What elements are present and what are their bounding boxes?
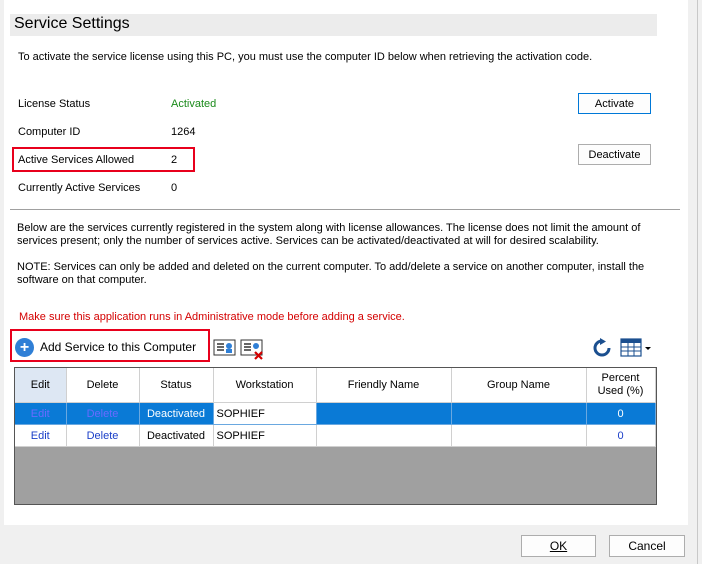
info-paragraph: Below are the services currently registe… xyxy=(17,222,641,247)
edit-link[interactable]: Edit xyxy=(15,402,67,425)
group-name-cell[interactable] xyxy=(451,424,587,447)
friendly-name-cell[interactable] xyxy=(316,424,452,447)
workstation-cell[interactable]: SOPHIEF xyxy=(213,402,317,425)
currently-active-label: Currently Active Services xyxy=(18,182,141,194)
ok-label: OK xyxy=(549,539,568,553)
edit-link[interactable]: Edit xyxy=(15,424,67,447)
divider xyxy=(10,209,680,210)
friendly-name-cell[interactable] xyxy=(316,402,452,425)
status-cell: Deactivated xyxy=(139,424,214,447)
refresh-icon[interactable] xyxy=(592,338,612,360)
column-header-edit[interactable]: Edit xyxy=(15,368,67,403)
cancel-button[interactable]: Cancel xyxy=(609,535,685,557)
active-services-allowed-value: 2 xyxy=(171,154,178,166)
group-name-cell[interactable] xyxy=(451,402,587,425)
service-details-icon[interactable] xyxy=(213,337,237,359)
window-border xyxy=(697,0,698,564)
title-bar: Service Settings xyxy=(10,14,657,36)
computer-id-value: 1264 xyxy=(171,126,196,138)
intro-text: To activate the service license using th… xyxy=(18,51,593,63)
column-header-status[interactable]: Status xyxy=(139,368,214,403)
delete-link[interactable]: Delete xyxy=(66,402,140,425)
column-header-delete[interactable]: Delete xyxy=(66,368,140,403)
column-header-percent-used[interactable]: Percent Used (%) xyxy=(586,368,656,403)
percent-used-cell: 0 xyxy=(586,424,656,447)
delete-link[interactable]: Delete xyxy=(66,424,140,447)
percent-used-cell: 0 xyxy=(586,402,656,425)
column-header-group-name[interactable]: Group Name xyxy=(451,368,587,403)
license-status-label: License Status xyxy=(18,98,91,110)
grid-header-row: Edit Delete Status Workstation Friendly … xyxy=(15,368,656,403)
services-table: Edit Delete Status Workstation Friendly … xyxy=(15,368,656,447)
table-row[interactable]: Edit Delete Deactivated SOPHIEF 0 xyxy=(15,424,656,447)
note-paragraph: NOTE: Services can only be added and del… xyxy=(17,261,645,286)
ok-button[interactable]: OK xyxy=(521,535,596,557)
active-services-allowed-label: Active Services Allowed xyxy=(18,154,135,166)
add-service-label: Add Service to this Computer xyxy=(40,340,197,354)
add-circle-icon: + xyxy=(15,337,34,357)
add-service-button[interactable]: + Add Service to this Computer xyxy=(15,333,207,361)
column-chooser-icon[interactable] xyxy=(620,338,654,360)
license-status-value: Activated xyxy=(171,98,217,110)
table-row[interactable]: Edit Delete Deactivated SOPHIEF 0 xyxy=(15,402,656,425)
column-header-workstation[interactable]: Workstation xyxy=(213,368,317,403)
page-title: Service Settings xyxy=(14,15,130,32)
activate-button[interactable]: Activate xyxy=(578,93,651,114)
currently-active-value: 0 xyxy=(171,182,178,194)
admin-warning: Make sure this application runs in Admin… xyxy=(19,311,405,323)
column-header-friendly-name[interactable]: Friendly Name xyxy=(316,368,452,403)
computer-id-label: Computer ID xyxy=(18,126,81,138)
deactivate-button[interactable]: Deactivate xyxy=(578,144,651,165)
cancel-label: Cancel xyxy=(628,539,666,553)
workstation-cell[interactable]: SOPHIEF xyxy=(213,424,317,447)
status-cell: Deactivated xyxy=(139,402,214,425)
services-grid: Edit Delete Status Workstation Friendly … xyxy=(14,367,657,505)
remove-service-icon[interactable] xyxy=(240,337,264,360)
